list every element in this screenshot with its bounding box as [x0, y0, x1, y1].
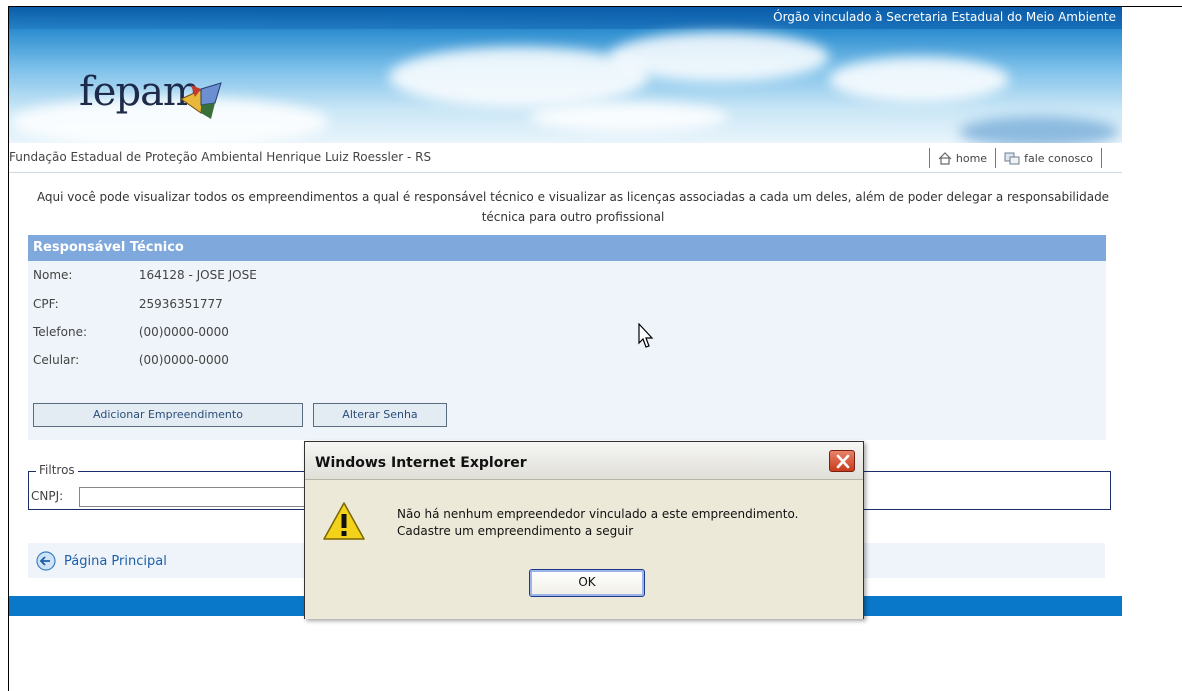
responsible-technician-panel: Responsável Técnico Nome: 164128 - JOSE … [28, 235, 1106, 440]
dialog-ok-button[interactable]: OK [529, 569, 645, 597]
info-label: Celular: [33, 353, 80, 367]
cloud-decoration [609, 32, 829, 82]
mouse-cursor-icon [638, 323, 654, 348]
dialog-message-line: Cadastre um empreendimento a seguir [397, 524, 634, 538]
close-icon [836, 454, 850, 469]
nav-divider [995, 148, 997, 168]
info-row-phone: Telefone: (00)0000-0000 [33, 325, 229, 339]
intro-text: Aqui você pode visualizar todos os empre… [36, 190, 1110, 224]
top-nav: home fale conosco [921, 147, 1110, 169]
info-value: 25936351777 [138, 297, 223, 311]
panel-title: Responsável Técnico [28, 235, 1106, 261]
dialog-body: Não há nenhum empreendedor vinculado a e… [305, 481, 863, 619]
contact-icon [1004, 152, 1020, 164]
cnpj-input[interactable] [79, 487, 309, 507]
warning-icon [323, 502, 365, 540]
dialog-message: Não há nenhum empreendedor vinculado a e… [397, 506, 798, 540]
contact-link-label: fale conosco [1024, 151, 1093, 165]
cloud-decoration [529, 102, 729, 132]
info-row-cpf: CPF: 25936351777 [33, 297, 223, 311]
fepam-logo-mark-icon [179, 82, 222, 119]
contact-link[interactable]: fale conosco [1004, 152, 1093, 165]
nav-divider [1101, 148, 1102, 168]
info-row-name: Nome: 164128 - JOSE JOSE [33, 268, 257, 282]
organization-name: Fundação Estadual de Proteção Ambiental … [9, 150, 432, 164]
dialog-title: Windows Internet Explorer [315, 455, 527, 471]
nav-divider [928, 148, 930, 168]
alert-dialog: Windows Internet Explorer Não há nenhum … [304, 441, 864, 619]
back-arrow-icon [36, 551, 56, 571]
home-link[interactable]: home [938, 152, 987, 165]
dialog-titlebar[interactable]: Windows Internet Explorer [305, 442, 863, 480]
hill-decoration [959, 117, 1119, 143]
filters-legend: Filtros [36, 463, 78, 477]
info-value: (00)0000-0000 [138, 325, 229, 339]
cloud-decoration [829, 57, 1009, 102]
info-label: CPF: [33, 297, 59, 311]
main-page-link[interactable]: Página Principal [36, 551, 167, 571]
home-icon [938, 151, 952, 165]
add-enterprise-button[interactable]: Adicionar Empreendimento [33, 403, 303, 427]
info-row-mobile: Celular: (00)0000-0000 [33, 353, 229, 367]
info-value: 164128 - JOSE JOSE [138, 268, 257, 282]
subheader: Fundação Estadual de Proteção Ambiental … [9, 143, 1122, 173]
main-page-link-label: Página Principal [64, 553, 167, 569]
site-banner: Órgão vinculado à Secretaria Estadual do… [9, 7, 1122, 143]
home-link-label: home [955, 151, 988, 165]
dialog-close-button[interactable] [829, 450, 855, 472]
info-label: Telefone: [33, 325, 87, 339]
dialog-message-line: Não há nenhum empreendedor vinculado a e… [397, 507, 799, 521]
change-password-button[interactable]: Alterar Senha [313, 403, 447, 427]
info-label: Nome: [33, 268, 73, 282]
frame-edge [1134, 6, 1182, 7]
info-value: (00)0000-0000 [138, 353, 229, 367]
banner-tagline: Órgão vinculado à Secretaria Estadual do… [773, 10, 1116, 24]
cnpj-label: CNPJ: [31, 489, 64, 503]
